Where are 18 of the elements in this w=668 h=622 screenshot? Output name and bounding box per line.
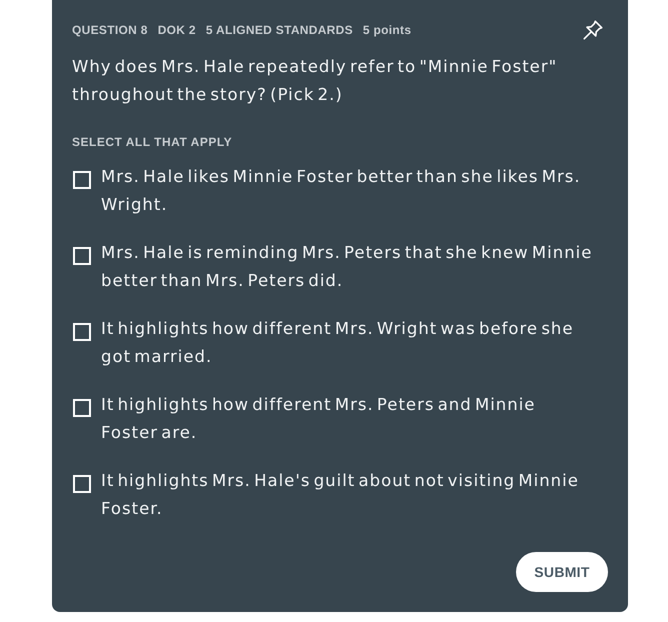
instruction-label: SELECT ALL THAT APPLY xyxy=(72,134,234,150)
checkbox[interactable] xyxy=(73,247,91,265)
option-label[interactable]: Mrs. Hale likes Minnie Foster better than she likes Mrs. Wright. xyxy=(101,163,594,219)
header-label: 5 points xyxy=(362,22,412,38)
header-label: 5 ALIGNED STANDARDS xyxy=(206,22,353,38)
question-text: Why does Mrs. Hale repeatedly refer to "Minnie Foster" throughout the story? (Pick 2.) xyxy=(72,56,558,106)
option-label[interactable]: It highlights how different Mrs. Peters and Minnie Foster are. xyxy=(101,391,594,447)
submit-button[interactable]: SUBMIT xyxy=(516,552,608,592)
checkbox[interactable] xyxy=(73,399,91,417)
checkbox[interactable] xyxy=(73,323,91,341)
option-label[interactable]: It highlights Mrs. Hale's guilt about not visiting Minnie Foster. xyxy=(101,467,594,523)
header-label: DOK 2 xyxy=(158,22,196,38)
checkbox[interactable] xyxy=(73,475,91,493)
header-label: QUESTION 8 xyxy=(72,22,148,38)
option-label[interactable]: Mrs. Hale is reminding Mrs. Peters that she knew Minnie better than Mrs. Peters did. xyxy=(101,239,594,295)
option-label[interactable]: It highlights how different Mrs. Wright was before she got married. xyxy=(101,315,594,371)
pin-icon[interactable] xyxy=(582,19,604,41)
checkbox[interactable] xyxy=(73,171,91,189)
